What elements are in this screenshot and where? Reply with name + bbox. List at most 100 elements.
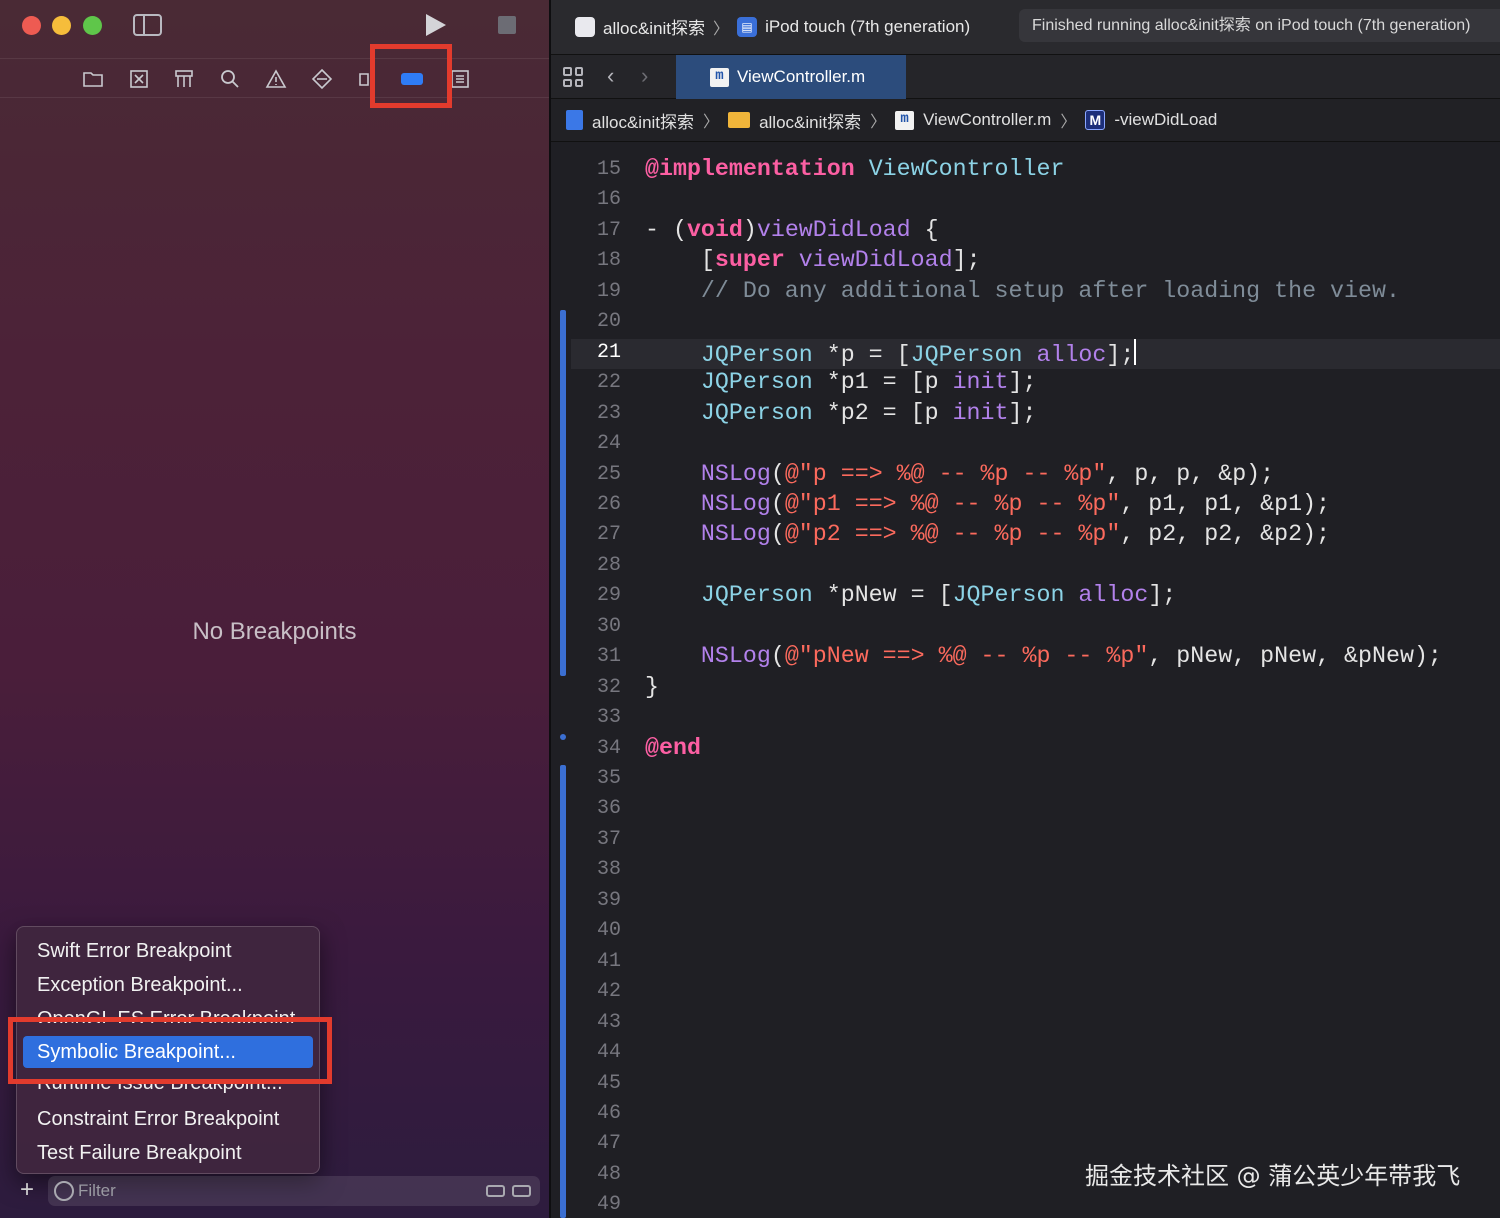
line-number[interactable]: 33 <box>571 706 621 729</box>
project-icon <box>566 110 583 130</box>
line-number[interactable]: 45 <box>571 1072 621 1095</box>
scheme-project-name: alloc&init探索 <box>603 19 706 38</box>
line-number[interactable]: 36 <box>571 797 621 820</box>
line-number[interactable]: 18 <box>571 249 621 272</box>
code-editor[interactable]: 15 @implementation ViewController 16 17 - (v… <box>551 142 1500 1218</box>
jumpbar-project[interactable]: alloc&init探索 <box>592 108 694 133</box>
empty-state-label: No Breakpoints <box>192 618 357 645</box>
jump-bar: alloc&init探索 〉 alloc&init探索 〉 m ViewCont… <box>551 99 1500 142</box>
folder-icon[interactable] <box>81 67 105 91</box>
search-icon[interactable] <box>218 67 242 91</box>
stop-button[interactable] <box>498 16 516 34</box>
code-line[interactable]: NSLog(@"p1 ==> %@ -- %p -- %p", p1, p1, … <box>645 491 1330 517</box>
source-control-icon[interactable] <box>127 67 151 91</box>
sidebar-toggle-icon[interactable] <box>133 14 162 36</box>
line-number[interactable]: 39 <box>571 889 621 912</box>
chevron-right-icon: 〉 <box>1060 114 1077 131</box>
line-number[interactable]: 17 <box>571 219 621 242</box>
line-number[interactable]: 21 <box>571 341 621 364</box>
filter-field <box>48 1176 540 1206</box>
filter-input[interactable] <box>78 1179 458 1203</box>
add-breakpoint-button[interactable]: + <box>20 1178 34 1202</box>
line-number[interactable]: 28 <box>571 554 621 577</box>
line-number[interactable]: 23 <box>571 402 621 425</box>
menu-item-test-failure[interactable]: Test Failure Breakpoint <box>23 1137 313 1169</box>
tab-label: ViewController.m <box>737 67 866 86</box>
close-window-button[interactable] <box>22 16 41 35</box>
line-number[interactable]: 46 <box>571 1102 621 1125</box>
line-number[interactable]: 35 <box>571 767 621 790</box>
scheme-selector[interactable]: alloc&init探索 〉 ▤ iPod touch (7th generat… <box>575 14 970 39</box>
navigator-tab-bar <box>0 58 549 98</box>
run-button[interactable] <box>426 14 446 36</box>
code-line[interactable]: JQPerson *p = [JQPerson alloc]; <box>645 338 1137 368</box>
jumpbar-symbol[interactable]: -viewDidLoad <box>1114 110 1217 130</box>
objc-file-icon: m <box>710 67 729 87</box>
symbol-icon[interactable] <box>172 67 196 91</box>
code-line[interactable]: @implementation ViewController <box>645 156 1064 182</box>
line-number[interactable]: 26 <box>571 493 621 516</box>
back-chevron-icon[interactable]: ‹ <box>607 63 614 89</box>
line-number[interactable]: 25 <box>571 463 621 486</box>
related-items-grid-icon[interactable] <box>563 67 583 87</box>
change-bar <box>560 765 566 1218</box>
line-number[interactable]: 29 <box>571 584 621 607</box>
warning-icon[interactable] <box>264 67 288 91</box>
line-number[interactable]: 19 <box>571 280 621 303</box>
line-number[interactable]: 42 <box>571 980 621 1003</box>
line-number[interactable]: 32 <box>571 676 621 699</box>
annotation-highlight-symbolic <box>8 1017 332 1084</box>
line-number[interactable]: 47 <box>571 1132 621 1155</box>
navigator-pane: No Breakpoints Swift Error Breakpoint Ex… <box>0 0 549 1218</box>
chevron-right-icon: 〉 <box>870 114 887 131</box>
line-number[interactable]: 24 <box>571 432 621 455</box>
forward-chevron-icon[interactable]: › <box>641 63 648 89</box>
line-number[interactable]: 22 <box>571 371 621 394</box>
line-number[interactable]: 31 <box>571 645 621 668</box>
code-line[interactable]: } <box>645 674 659 700</box>
jumpbar-group[interactable]: alloc&init探索 <box>759 108 861 133</box>
line-number[interactable]: 41 <box>571 950 621 973</box>
menu-item-constraint-error[interactable]: Constraint Error Breakpoint <box>23 1103 313 1135</box>
line-number[interactable]: 43 <box>571 1011 621 1034</box>
tab-viewcontroller-m[interactable]: m ViewController.m <box>676 55 906 99</box>
line-number[interactable]: 20 <box>571 310 621 333</box>
code-line[interactable]: JQPerson *pNew = [JQPerson alloc]; <box>645 582 1176 608</box>
line-number[interactable]: 37 <box>571 828 621 851</box>
minimize-window-button[interactable] <box>52 16 71 35</box>
line-number[interactable]: 49 <box>571 1193 621 1216</box>
code-line[interactable]: - (void)viewDidLoad { <box>645 217 939 243</box>
line-number[interactable]: 15 <box>571 158 621 181</box>
chevron-right-icon: 〉 <box>703 114 720 131</box>
code-line[interactable]: NSLog(@"p2 ==> %@ -- %p -- %p", p2, p2, … <box>645 521 1330 547</box>
change-marker <box>560 734 566 740</box>
menu-item-swift-error[interactable]: Swift Error Breakpoint <box>23 935 313 967</box>
editor-tab-bar: ‹ › m ViewController.m <box>551 55 1500 99</box>
code-line[interactable]: JQPerson *p1 = [p init]; <box>645 369 1037 395</box>
line-number[interactable]: 40 <box>571 919 621 942</box>
line-number[interactable]: 44 <box>571 1041 621 1064</box>
menu-item-exception[interactable]: Exception Breakpoint... <box>23 969 313 1001</box>
app-target-icon <box>575 16 595 37</box>
line-number[interactable]: 16 <box>571 188 621 211</box>
code-line[interactable]: NSLog(@"pNew ==> %@ -- %p -- %p", pNew, … <box>645 643 1442 669</box>
test-icon[interactable] <box>310 67 334 91</box>
line-number[interactable]: 27 <box>571 523 621 546</box>
code-line[interactable]: @end <box>645 735 701 761</box>
line-number[interactable]: 48 <box>571 1163 621 1186</box>
objc-file-icon: m <box>895 110 915 130</box>
line-number[interactable]: 30 <box>571 615 621 638</box>
chevron-right-icon: 〉 <box>713 20 730 38</box>
code-line[interactable]: JQPerson *p2 = [p init]; <box>645 400 1037 426</box>
code-line[interactable]: NSLog(@"p ==> %@ -- %p -- %p", p, p, &p)… <box>645 461 1274 487</box>
line-number[interactable]: 34 <box>571 737 621 760</box>
scheme-device-name: iPod touch (7th generation) <box>765 16 971 36</box>
zoom-window-button[interactable] <box>83 16 102 35</box>
line-number[interactable]: 38 <box>571 858 621 881</box>
filter-shared-toggle-icon[interactable] <box>486 1185 505 1197</box>
filter-enabled-toggle-icon[interactable] <box>512 1185 531 1197</box>
watermark: 掘金技术社区 @ 蒲公英少年带我飞 <box>1085 1162 1461 1190</box>
code-line[interactable]: // Do any additional setup after loading… <box>645 278 1400 304</box>
jumpbar-file[interactable]: ViewController.m <box>923 110 1051 130</box>
code-line[interactable]: [super viewDidLoad]; <box>645 247 981 273</box>
